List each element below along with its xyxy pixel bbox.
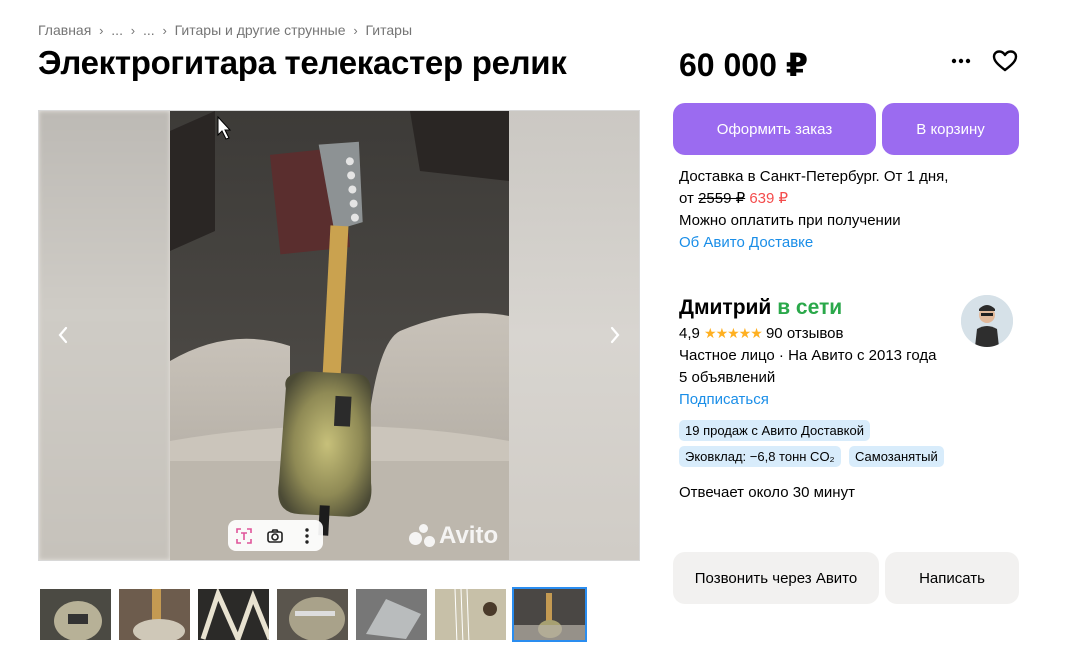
breadcrumb-collapsed-2[interactable]: ... — [143, 22, 155, 38]
seller-online-status: в сети — [777, 296, 843, 319]
order-button[interactable]: Оформить заказ — [673, 103, 876, 155]
delivery-line: Доставка в Санкт-Петербург. От 1 дня, — [679, 168, 949, 185]
chevron-left-icon[interactable] — [51, 323, 75, 347]
photo-tools — [228, 520, 323, 551]
breadcrumb-separator: › — [130, 22, 136, 38]
subscribe-link[interactable]: Подписаться — [679, 389, 1019, 411]
thumbnail[interactable] — [117, 587, 192, 642]
delivery-info: Доставка в Санкт-Петербург. От 1 дня, от… — [679, 166, 948, 254]
thumbnail[interactable] — [38, 587, 113, 642]
more-dots-icon[interactable] — [946, 46, 976, 76]
seller-ads-count[interactable]: 5 объявлений — [679, 367, 1019, 389]
camera-search-icon[interactable] — [262, 523, 288, 549]
delivery-sales-badge: 19 продаж с Авито Доставкой — [679, 420, 870, 441]
breadcrumb-separator: › — [353, 22, 358, 38]
chevron-right-icon[interactable] — [603, 323, 627, 347]
star-rating-icon: ★★★★★ — [704, 325, 763, 341]
main-photo[interactable] — [170, 111, 509, 560]
self-employed-badge: Самозанятый — [849, 446, 944, 467]
watermark-text: Avito — [439, 522, 499, 549]
seller-name[interactable]: Дмитрий — [679, 296, 771, 319]
listing-title: Электрогитара телекастер релик — [38, 44, 567, 81]
breadcrumb-separator: › — [162, 22, 167, 38]
avito-watermark: Avito — [409, 522, 498, 550]
thumbnail[interactable] — [433, 587, 508, 642]
thumbnail[interactable] — [275, 587, 350, 642]
heart-icon[interactable] — [990, 46, 1020, 76]
delivery-new-price: 639 ₽ — [749, 190, 789, 207]
message-button[interactable]: Написать — [885, 552, 1019, 604]
thumbnail[interactable] — [196, 587, 271, 642]
payment-on-delivery: Можно оплатить при получении — [679, 212, 901, 229]
breadcrumb-strings[interactable]: Гитары и другие струнные — [175, 22, 346, 38]
seller-avatar[interactable] — [961, 295, 1013, 347]
response-time: Отвечает около 30 минут — [679, 484, 855, 501]
breadcrumb-separator: › — [99, 22, 104, 38]
breadcrumb-home[interactable]: Главная — [38, 22, 91, 38]
seller-reviews-link[interactable]: 90 отзывов — [766, 325, 844, 342]
call-button[interactable]: Позвонить через Авито — [673, 552, 879, 604]
thumbnail-active[interactable] — [512, 587, 587, 642]
delivery-price-line: от 2559 ₽ 639 ₽ — [679, 188, 948, 210]
listing-price: 60 000 ₽ — [679, 47, 809, 83]
delivery-old-price: 2559 ₽ — [698, 190, 746, 207]
breadcrumb: Главная › ... › ... › Гитары и другие ст… — [38, 22, 412, 38]
avito-logo-icon — [409, 524, 437, 548]
more-vertical-icon[interactable] — [294, 523, 320, 549]
text-recognition-icon[interactable] — [231, 523, 257, 549]
delivery-from: от — [679, 190, 694, 207]
thumbnail-strip — [38, 587, 587, 642]
eco-badge: Эковклад: −6,8 тонн CO₂ — [679, 446, 841, 467]
about-delivery-link[interactable]: Об Авито Доставке — [679, 232, 948, 254]
add-to-cart-button[interactable]: В корзину — [882, 103, 1019, 155]
breadcrumb-guitars[interactable]: Гитары — [366, 22, 413, 38]
breadcrumb-collapsed-1[interactable]: ... — [111, 22, 123, 38]
photo-gallery[interactable]: Avito — [38, 110, 640, 561]
seller-type: Частное лицо · На Авито с 2013 года — [679, 347, 937, 364]
thumbnail[interactable] — [354, 587, 429, 642]
seller-rating: 4,9 — [679, 325, 700, 342]
